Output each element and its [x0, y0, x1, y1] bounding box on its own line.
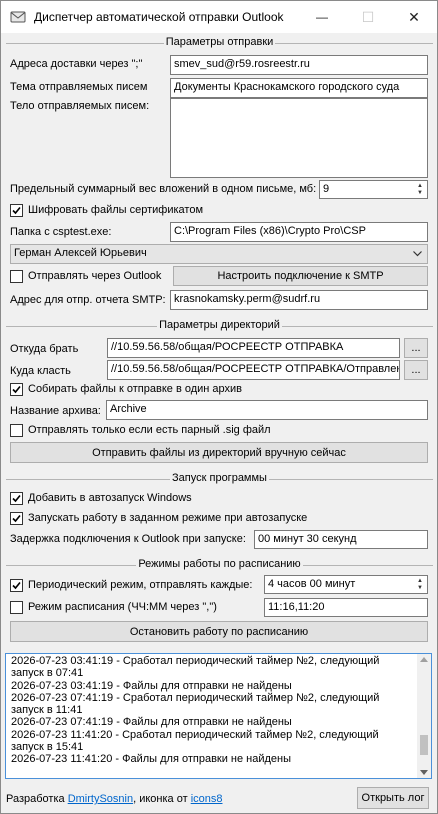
scroll-down-icon[interactable] — [420, 770, 428, 775]
certificate-select[interactable]: Герман Алексей Юрьевич — [10, 244, 428, 264]
log-line: 2026-07-23 03:41:19 - Сработал периодиче… — [11, 655, 380, 667]
report-addr-label: Адрес для отпр. отчета SMTP: — [10, 294, 166, 306]
sched-label: Режим расписания (ЧЧ:ММ через ",") — [28, 601, 217, 613]
app-window: Диспетчер автоматической отправки Outloo… — [0, 0, 438, 814]
encrypt-checkbox[interactable] — [10, 204, 23, 217]
checkmark-icon — [12, 385, 21, 394]
icons-prefix: , иконка от — [133, 793, 191, 805]
report-addr-field[interactable]: krasnokamsky.perm@sudrf.ru — [170, 290, 428, 310]
checkmark-icon — [12, 581, 21, 590]
delay-label: Задержка подключения к Outlook при запус… — [10, 533, 246, 545]
checkmark-icon — [12, 514, 21, 523]
log-line: 2026-07-23 03:41:19 - Файлы для отправки… — [11, 679, 292, 692]
delay-field[interactable]: 00 минут 30 секунд — [254, 530, 428, 549]
max-size-label: Предельный суммарный вес вложений в одно… — [10, 183, 317, 195]
scroll-thumb[interactable] — [420, 734, 428, 755]
to-dir-field[interactable]: //10.59.56.58/общая/РОСРЕЕСТР ОТПРАВКА/О… — [107, 360, 400, 380]
archive-checkbox[interactable] — [10, 383, 23, 396]
max-size-stepper[interactable]: 9 ▲ ▼ — [319, 180, 428, 199]
sig-only-checkbox[interactable] — [10, 424, 23, 437]
maximize-button[interactable]: ☐ — [345, 1, 391, 33]
maximize-icon: ☐ — [361, 8, 375, 25]
minimize-icon: — — [316, 10, 328, 24]
addresses-label: Адреса доставки через ";" — [10, 58, 143, 70]
archive-name-field[interactable]: Archive — [106, 400, 428, 420]
archive-name-label: Название архива: — [10, 405, 101, 417]
close-icon: ✕ — [408, 8, 420, 25]
spin-up-icon[interactable]: ▲ — [414, 577, 426, 585]
dev-prefix: Разработка — [6, 793, 68, 805]
via-outlook-checkbox[interactable] — [10, 270, 23, 283]
sig-only-label: Отправлять только если есть парный .sig … — [28, 424, 271, 436]
chevron-down-icon — [413, 251, 422, 257]
from-dir-browse-button[interactable]: ... — [404, 338, 428, 358]
startup-group: Запуск программы — [6, 472, 433, 484]
log-line: 2026-07-23 11:41:20 - Сработал периодиче… — [11, 728, 379, 741]
scroll-up-icon[interactable] — [420, 657, 428, 662]
send-params-group: Параметры отправки — [6, 36, 433, 48]
log-textarea[interactable]: 2026-07-23 03:41:19 - Сработал периодиче… — [5, 653, 432, 779]
certificate-value: Герман Алексей Юрьевич — [14, 247, 147, 259]
title-bar: Диспетчер автоматической отправки Outloo… — [1, 1, 437, 33]
run-mode-label: Запускать работу в заданном режиме при а… — [28, 512, 308, 524]
open-log-button[interactable]: Открыть лог — [357, 787, 429, 809]
log-line: 2026-07-23 07:41:19 - Сработал периодиче… — [11, 691, 380, 704]
checkmark-icon — [12, 206, 21, 215]
spin-up-icon[interactable]: ▲ — [414, 182, 426, 190]
to-dir-label: Куда класть — [10, 365, 71, 377]
dir-params-group: Параметры директорий — [6, 319, 433, 331]
footer-credits: Разработка DmirtySosnin, иконка от icons… — [6, 793, 222, 805]
log-line: 2026-07-23 11:41:20 - Файлы для отправки… — [11, 753, 292, 766]
icons8-link[interactable]: icons8 — [191, 793, 223, 805]
via-outlook-label: Отправлять через Outlook — [28, 270, 162, 282]
spin-down-icon[interactable]: ▼ — [414, 190, 426, 198]
autostart-checkbox[interactable] — [10, 492, 23, 505]
log-line: 2026-07-23 07:41:19 - Файлы для отправки… — [11, 716, 292, 729]
smtp-settings-button[interactable]: Настроить подключение к SMTP — [173, 266, 428, 286]
addresses-field[interactable]: smev_sud@r59.rosreestr.ru — [170, 55, 428, 75]
window-title: Диспетчер автоматической отправки Outloo… — [34, 10, 284, 24]
autostart-label: Добавить в автозапуск Windows — [28, 492, 192, 504]
minimize-button[interactable]: — — [299, 1, 345, 33]
body-label: Тело отправляемых писем: — [10, 100, 150, 112]
log-line: запуск в 07:41 — [11, 667, 84, 680]
from-dir-field[interactable]: //10.59.56.58/общая/РОСРЕЕСТР ОТПРАВКА — [107, 338, 400, 358]
run-mode-checkbox[interactable] — [10, 512, 23, 525]
max-size-value: 9 — [323, 183, 330, 195]
log-line: запуск в 15:41 — [11, 741, 84, 754]
periodic-label: Периодический режим, отправлять каждые: — [28, 579, 253, 591]
subject-label: Тема отправляемых писем — [10, 81, 148, 93]
stop-schedule-button[interactable]: Остановить работу по расписанию — [10, 621, 428, 642]
schedule-title: Режимы работы по расписанию — [136, 558, 303, 570]
periodic-stepper[interactable]: 4 часов 00 минут ▲ ▼ — [264, 575, 428, 594]
periodic-value: 4 часов 00 минут — [268, 578, 356, 590]
archive-label: Собирать файлы к отправке в один архив — [28, 383, 243, 395]
checkmark-icon — [12, 494, 21, 503]
mail-envelope-icon — [10, 11, 26, 23]
log-lines: 2026-07-23 03:41:19 - Сработал периодиче… — [6, 654, 431, 766]
log-line: запуск в 11:41 — [11, 704, 83, 717]
send-params-title: Параметры отправки — [163, 36, 276, 48]
dir-params-title: Параметры директорий — [157, 319, 282, 331]
from-dir-label: Откуда брать — [10, 343, 79, 355]
dev-link[interactable]: DmirtySosnin — [68, 793, 133, 805]
subject-field[interactable]: Документы Краснокамского городского суда — [170, 78, 428, 98]
startup-title: Запуск программы — [170, 472, 269, 484]
encrypt-label: Шифровать файлы сертификатом — [28, 204, 204, 216]
csptest-field[interactable]: C:\Program Files (x86)\Crypto Pro\CSP — [170, 222, 428, 242]
log-scrollbar[interactable] — [417, 654, 431, 778]
close-button[interactable]: ✕ — [391, 1, 437, 33]
spin-down-icon[interactable]: ▼ — [414, 585, 426, 593]
sched-checkbox[interactable] — [10, 601, 23, 614]
schedule-group: Режимы работы по расписанию — [6, 558, 433, 570]
periodic-checkbox[interactable] — [10, 579, 23, 592]
to-dir-browse-button[interactable]: ... — [404, 360, 428, 380]
csptest-label: Папка с csptest.exe: — [10, 226, 112, 238]
sched-field[interactable]: 11:16,11:20 — [264, 598, 428, 617]
body-field[interactable] — [170, 98, 428, 178]
send-now-button[interactable]: Отправить файлы из директорий вручную се… — [10, 442, 428, 463]
